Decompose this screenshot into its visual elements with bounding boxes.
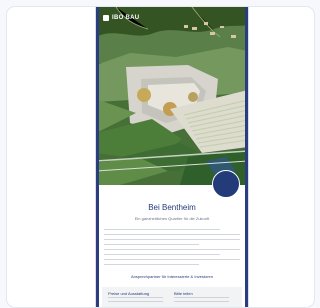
preview-left-border [96,7,99,307]
details-line [174,297,229,298]
details-left-lines [108,297,163,305]
details-box: Preise und Ausstattung Bitte teilen [102,287,242,307]
details-right-lines [174,297,229,305]
preview-card[interactable]: IBO BAU Bei Bentheim Ein ganzheitliches … [6,6,315,308]
body-line [104,264,200,265]
details-line [108,297,163,298]
aerial-landscape-illustration [96,7,248,185]
body-line [104,239,240,240]
body-line [104,234,240,235]
logo-text: IBO BAU [112,15,140,21]
details-right-title: Bitte teilen [174,291,193,296]
newsletter-preview[interactable]: IBO BAU Bei Bentheim Ein ganzheitliches … [96,7,248,307]
details-left-title: Preise und Ausstattung [108,291,150,296]
preview-right-border [245,7,248,307]
logo-mark-icon [103,15,109,21]
email-content: Bei Bentheim Ein ganzheitliches Quartier… [96,185,248,307]
body-line [104,254,220,255]
subline: Ein ganzheitliches Quartier für die Zuku… [134,216,210,221]
body-line [104,229,220,230]
body-copy-lines [104,229,240,269]
hero-image: IBO BAU [96,7,248,185]
thumbnail-stage: IBO BAU Bei Bentheim Ein ganzheitliches … [0,0,319,308]
body-line [104,244,200,245]
section-title: Ansprechpartner für Interessierte & Inve… [130,274,214,279]
body-line [104,259,240,260]
corner-badge [212,170,240,198]
headline: Bei Bentheim [148,203,196,212]
body-line [104,249,240,250]
logo: IBO BAU [103,15,139,21]
